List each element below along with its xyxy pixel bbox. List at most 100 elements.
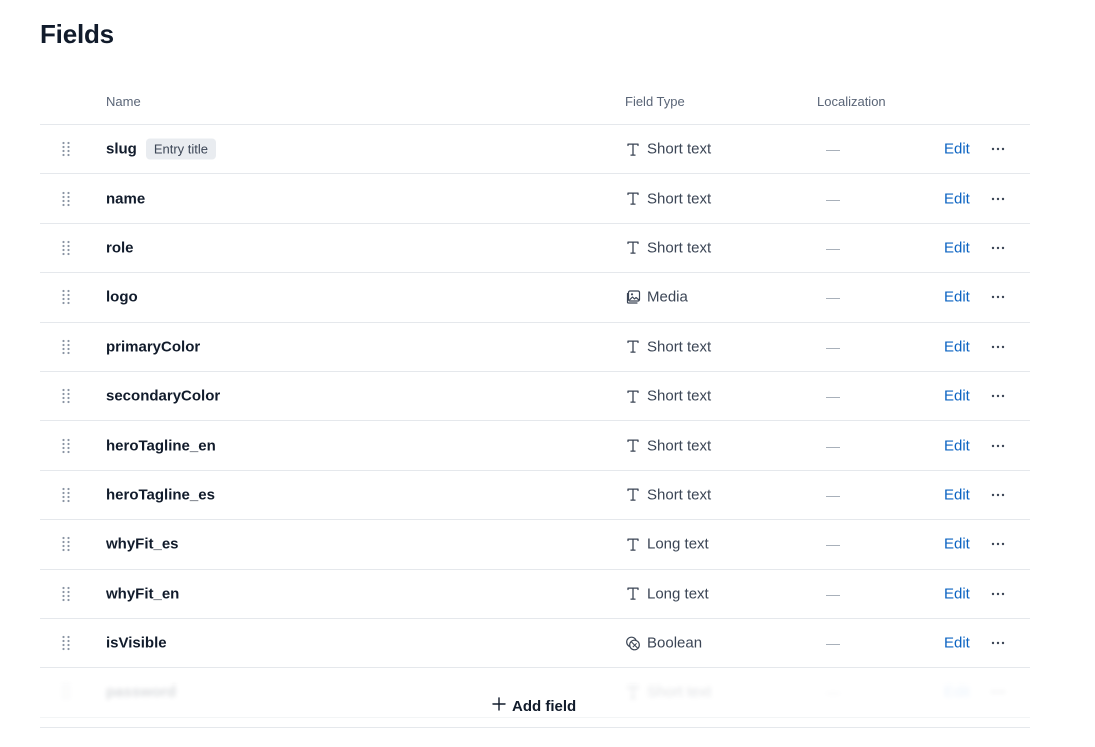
field-type: Short text xyxy=(625,437,711,454)
add-field-button[interactable]: Add field xyxy=(492,697,576,715)
text-icon xyxy=(625,141,641,157)
boolean-icon xyxy=(625,635,641,651)
field-type-label: Short text xyxy=(647,190,712,208)
field-name-text: whyFit_es xyxy=(106,535,179,553)
edit-link[interactable]: Edit xyxy=(944,635,970,652)
edit-link[interactable]: Edit xyxy=(944,486,970,503)
localization-value: — xyxy=(826,289,840,306)
edit-link[interactable]: Edit xyxy=(944,585,970,602)
field-type-label: Short text xyxy=(647,387,712,405)
more-options-icon[interactable] xyxy=(990,487,1006,503)
table-row: whyFit_en Long text — Edit xyxy=(40,570,1030,619)
drag-handle-icon[interactable] xyxy=(61,586,71,602)
field-type: Media xyxy=(625,289,688,306)
drag-handle-icon[interactable] xyxy=(61,388,71,404)
add-field-bar: Add field xyxy=(40,684,1030,728)
field-type: Short text xyxy=(625,486,711,503)
column-header-field-type: Field Type xyxy=(625,94,685,109)
media-icon xyxy=(625,289,641,305)
localization-value: — xyxy=(826,190,840,207)
more-options-icon[interactable] xyxy=(990,635,1006,651)
field-name: primaryColor xyxy=(106,338,200,355)
more-options-icon[interactable] xyxy=(990,141,1006,157)
more-options-icon[interactable] xyxy=(990,339,1006,355)
more-options-icon[interactable] xyxy=(990,240,1006,256)
field-name-text: slug xyxy=(106,140,137,158)
localization-value: — xyxy=(826,141,840,158)
table-row: primaryColor Short text — Edit xyxy=(40,323,1030,372)
more-options-icon[interactable] xyxy=(990,438,1006,454)
add-field-label: Add field xyxy=(512,697,577,715)
drag-handle-icon[interactable] xyxy=(61,339,71,355)
field-name: role xyxy=(106,239,134,256)
column-header-name: Name xyxy=(106,94,141,109)
table-row: name Short text — Edit xyxy=(40,174,1030,224)
field-name-text: heroTagline_en xyxy=(106,437,216,455)
field-name-text: heroTagline_es xyxy=(106,486,215,504)
drag-handle-icon[interactable] xyxy=(61,191,71,207)
drag-handle-icon[interactable] xyxy=(61,438,71,454)
edit-link[interactable]: Edit xyxy=(944,388,970,405)
field-name: slug Entry title xyxy=(106,138,217,160)
localization-value: — xyxy=(826,585,840,602)
table-row: whyFit_es Long text — Edit xyxy=(40,520,1030,570)
field-type-label: Long text xyxy=(647,535,709,553)
more-options-icon[interactable] xyxy=(990,388,1006,404)
entry-title-badge: Entry title xyxy=(145,138,217,160)
field-type-label: Short text xyxy=(647,140,712,158)
field-type: Short text xyxy=(625,141,711,158)
field-name-text: role xyxy=(106,239,134,257)
field-name: secondaryColor xyxy=(106,388,220,405)
field-type: Boolean xyxy=(625,635,702,652)
drag-handle-icon[interactable] xyxy=(61,635,71,651)
edit-link[interactable]: Edit xyxy=(944,289,970,306)
more-options-icon[interactable] xyxy=(990,191,1006,207)
text-icon xyxy=(625,339,641,355)
drag-handle-icon[interactable] xyxy=(61,289,71,305)
edit-link[interactable]: Edit xyxy=(944,141,970,158)
more-options-icon[interactable] xyxy=(990,586,1006,602)
localization-value: — xyxy=(826,338,840,355)
field-name-text: whyFit_en xyxy=(106,585,180,603)
field-name: logo xyxy=(106,289,138,306)
edit-link[interactable]: Edit xyxy=(944,239,970,256)
field-name: isVisible xyxy=(106,635,167,652)
field-type: Short text xyxy=(625,388,711,405)
table-row: secondaryColor Short text — Edit xyxy=(40,372,1030,422)
field-type: Long text xyxy=(625,585,709,602)
table-body: slug Entry title Short text — Edit name Short … xyxy=(40,125,1030,718)
text-icon xyxy=(625,536,641,552)
edit-link[interactable]: Edit xyxy=(944,190,970,207)
drag-handle-icon[interactable] xyxy=(61,487,71,503)
field-name-text: logo xyxy=(106,288,138,306)
field-name-text: secondaryColor xyxy=(106,387,221,405)
field-type-label: Media xyxy=(647,288,688,306)
column-header-localization: Localization xyxy=(817,94,886,109)
localization-value: — xyxy=(826,437,840,454)
drag-handle-icon[interactable] xyxy=(61,240,71,256)
more-options-icon[interactable] xyxy=(990,536,1006,552)
localization-value: — xyxy=(826,388,840,405)
field-name: heroTagline_es xyxy=(106,486,215,503)
field-type-label: Short text xyxy=(647,239,712,257)
drag-handle-icon[interactable] xyxy=(61,536,71,552)
more-options-icon[interactable] xyxy=(990,289,1006,305)
fields-table: Name Field Type Localization slug Entry t… xyxy=(40,77,1030,718)
localization-value: — xyxy=(826,239,840,256)
edit-link[interactable]: Edit xyxy=(944,536,970,553)
table-row: isVisible Boolean — Edit xyxy=(40,619,1030,669)
field-type-label: Long text xyxy=(647,585,709,603)
field-type-label: Short text xyxy=(647,338,712,356)
drag-handle-icon[interactable] xyxy=(61,141,71,157)
text-icon xyxy=(625,240,641,256)
field-name: whyFit_en xyxy=(106,585,179,602)
edit-link[interactable]: Edit xyxy=(944,437,970,454)
edit-link[interactable]: Edit xyxy=(944,338,970,355)
text-icon xyxy=(625,438,641,454)
text-icon xyxy=(625,487,641,503)
field-type-label: Short text xyxy=(647,437,712,455)
plus-icon xyxy=(492,697,506,715)
fields-page: Fields Name Field Type Localization slug… xyxy=(0,0,1095,747)
field-name: heroTagline_en xyxy=(106,437,216,454)
field-name: name xyxy=(106,190,145,207)
